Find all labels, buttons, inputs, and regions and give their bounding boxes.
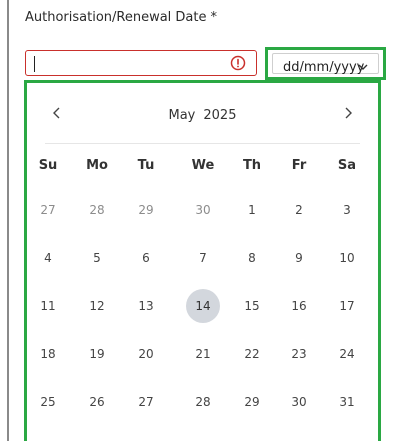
calendar-day[interactable]: 25 [31, 385, 65, 419]
calendar-day[interactable]: 5 [80, 241, 114, 275]
calendar-day[interactable]: 10 [330, 241, 364, 275]
calendar-day[interactable]: 29 [129, 193, 163, 227]
error-icon [230, 55, 246, 71]
calendar-day[interactable]: 13 [129, 289, 163, 323]
date-format-select[interactable]: dd/mm/yyyy [265, 47, 386, 80]
page-edge [7, 0, 9, 441]
weekday-su: Su [38, 158, 58, 173]
weekday-we: We [191, 158, 215, 173]
calendar-day[interactable]: 11 [31, 289, 65, 323]
calendar-header: May 2025 [27, 83, 378, 145]
calendar-day[interactable]: 21 [186, 337, 220, 371]
date-format-value: dd/mm/yyyy [283, 60, 365, 75]
month-name: May [168, 108, 196, 123]
calendar-day[interactable]: 8 [235, 241, 269, 275]
calendar-day[interactable]: 31 [330, 385, 364, 419]
weekday-th: Th [242, 158, 262, 173]
calendar-day[interactable]: 28 [80, 193, 114, 227]
calendar-day[interactable]: 17 [330, 289, 364, 323]
calendar-day[interactable]: 22 [235, 337, 269, 371]
weekday-fr: Fr [291, 158, 307, 173]
calendar-day[interactable]: 6 [129, 241, 163, 275]
calendar-day[interactable]: 14 [186, 289, 220, 323]
calendar-day[interactable]: 7 [186, 241, 220, 275]
header-divider [45, 143, 360, 144]
weekday-mo: Mo [86, 158, 108, 173]
calendar-day[interactable]: 28 [186, 385, 220, 419]
text-caret [34, 56, 35, 72]
calendar-day[interactable]: 23 [282, 337, 316, 371]
calendar-day[interactable]: 3 [330, 193, 364, 227]
calendar-day[interactable]: 18 [31, 337, 65, 371]
calendar-popup: May 2025 Su Mo Tu We Th Fr Sa 27 28 29 30 1 2 3 4 5 6 7 8 9… [24, 80, 381, 441]
calendar-day[interactable]: 4 [31, 241, 65, 275]
calendar-day[interactable]: 27 [31, 193, 65, 227]
date-input[interactable] [25, 50, 257, 76]
calendar-day[interactable]: 24 [330, 337, 364, 371]
calendar-day[interactable]: 1 [235, 193, 269, 227]
calendar-day[interactable]: 20 [129, 337, 163, 371]
calendar-day[interactable]: 19 [80, 337, 114, 371]
calendar-day[interactable]: 26 [80, 385, 114, 419]
month-year-label: May 2025 [27, 108, 378, 123]
required-marker: * [210, 10, 218, 25]
chevron-right-icon[interactable] [338, 103, 358, 123]
calendar-day[interactable]: 30 [186, 193, 220, 227]
calendar-day[interactable]: 29 [235, 385, 269, 419]
weekday-tu: Tu [137, 158, 155, 173]
field-label: Authorisation/Renewal Date * [25, 10, 217, 25]
calendar-day[interactable]: 15 [235, 289, 269, 323]
calendar-day[interactable]: 12 [80, 289, 114, 323]
calendar-day[interactable]: 27 [129, 385, 163, 419]
chevron-down-icon [358, 64, 368, 70]
year-value: 2025 [203, 108, 237, 123]
calendar-day[interactable]: 9 [282, 241, 316, 275]
field-label-text: Authorisation/Renewal Date [25, 10, 207, 25]
date-format-select-inner: dd/mm/yyyy [272, 53, 379, 75]
weekday-header-row: Su Mo Tu We Th Fr Sa [27, 158, 378, 182]
weekday-sa: Sa [337, 158, 357, 173]
calendar-day[interactable]: 16 [282, 289, 316, 323]
calendar-day[interactable]: 2 [282, 193, 316, 227]
calendar-day[interactable]: 30 [282, 385, 316, 419]
